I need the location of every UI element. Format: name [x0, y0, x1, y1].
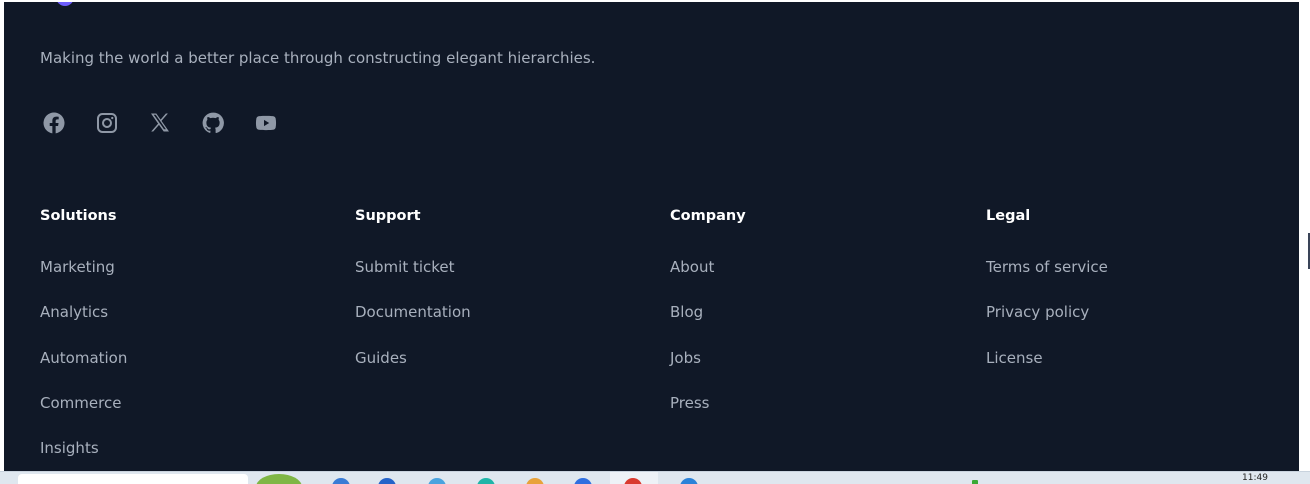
footer-link-license[interactable]: License — [986, 348, 1108, 393]
column-heading: Support — [355, 208, 421, 224]
site-footer: Making the world a better place through … — [4, 2, 1299, 471]
tray-icon[interactable] — [972, 480, 978, 484]
app-icon[interactable] — [378, 478, 396, 484]
footer-link-analytics[interactable]: Analytics — [40, 302, 127, 347]
brand-logo — [56, 2, 74, 6]
taskbar: 11:49 — [0, 471, 1310, 484]
app-icon[interactable] — [332, 478, 350, 484]
facebook-icon[interactable] — [40, 109, 68, 137]
footer-link-submit-ticket[interactable]: Submit ticket — [355, 257, 471, 302]
footer-link-automation[interactable]: Automation — [40, 348, 127, 393]
taskbar-search-input[interactable] — [18, 474, 248, 484]
screen: Making the world a better place through … — [0, 0, 1310, 484]
footer-link-insights[interactable]: Insights — [40, 438, 127, 471]
app-icon[interactable] — [680, 478, 698, 484]
footer-link-marketing[interactable]: Marketing — [40, 257, 127, 302]
column-heading: Company — [670, 208, 746, 224]
footer-tagline: Making the world a better place through … — [40, 49, 596, 67]
footer-column-company: Company About Blog Jobs Press — [670, 208, 746, 438]
footer-link-commerce[interactable]: Commerce — [40, 393, 127, 438]
footer-column-support: Support Submit ticket Documentation Guid… — [355, 208, 471, 393]
footer-link-jobs[interactable]: Jobs — [670, 348, 746, 393]
x-icon[interactable] — [146, 109, 174, 137]
app-icon[interactable] — [477, 478, 495, 484]
app-icon[interactable] — [574, 478, 592, 484]
footer-link-documentation[interactable]: Documentation — [355, 302, 471, 347]
footer-link-guides[interactable]: Guides — [355, 348, 471, 393]
widgets-icon[interactable] — [256, 474, 302, 484]
footer-column-solutions: Solutions Marketing Analytics Automation… — [40, 208, 127, 471]
footer-link-about[interactable]: About — [670, 257, 746, 302]
social-links — [40, 109, 280, 137]
column-heading: Legal — [986, 208, 1031, 224]
footer-link-blog[interactable]: Blog — [670, 302, 746, 347]
github-icon[interactable] — [199, 109, 227, 137]
youtube-icon[interactable] — [252, 109, 280, 137]
column-heading: Solutions — [40, 208, 117, 224]
footer-column-legal: Legal Terms of service Privacy policy Li… — [986, 208, 1108, 393]
footer-link-terms[interactable]: Terms of service — [986, 257, 1108, 302]
instagram-icon[interactable] — [93, 109, 121, 137]
footer-link-press[interactable]: Press — [670, 393, 746, 438]
taskbar-clock[interactable]: 11:49 — [1242, 473, 1268, 483]
footer-link-privacy[interactable]: Privacy policy — [986, 302, 1108, 347]
app-icon[interactable] — [428, 478, 446, 484]
app-icon[interactable] — [526, 478, 544, 484]
